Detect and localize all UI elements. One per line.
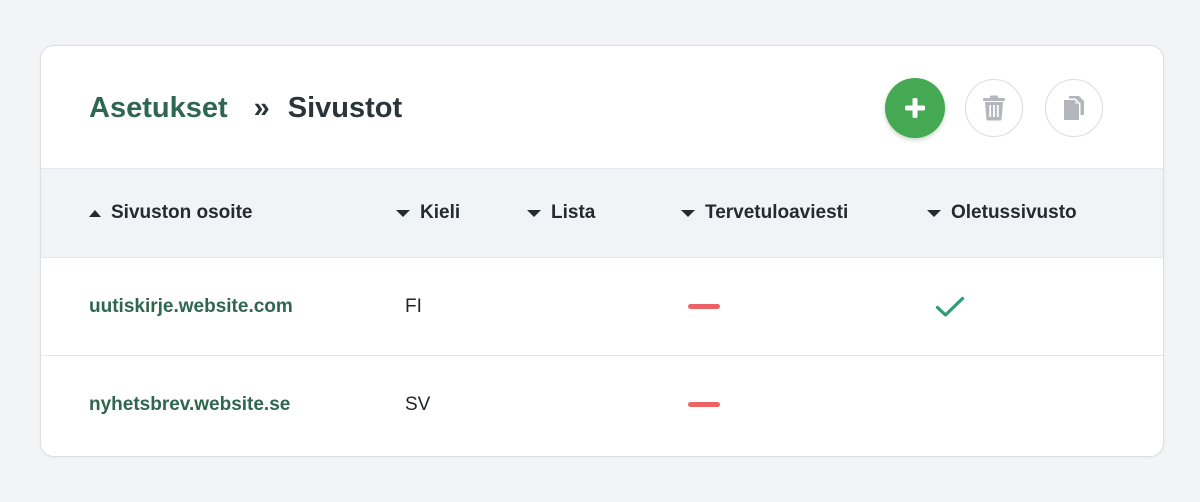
trash-icon: [983, 95, 1005, 121]
column-label: Kieli: [420, 202, 461, 223]
plus-icon: [905, 98, 925, 118]
table-row[interactable]: uutiskirje.website.com FI: [41, 258, 1163, 356]
dash-icon: [688, 304, 720, 309]
column-header-list[interactable]: Lista: [527, 169, 595, 257]
breadcrumb-settings-link[interactable]: Asetukset: [89, 92, 228, 125]
column-header-default-site[interactable]: Oletussivusto: [927, 169, 1077, 257]
sort-descending-icon: [396, 209, 410, 217]
column-label: Oletussivusto: [951, 202, 1077, 223]
sort-descending-icon: [927, 209, 941, 217]
page-title: Sivustot: [287, 92, 403, 124]
toolbar: [885, 78, 1125, 138]
column-header-language[interactable]: Kieli: [396, 169, 460, 257]
language-cell: FI: [405, 295, 422, 317]
welcome-message-cell: [688, 356, 720, 453]
sort-descending-icon: [527, 209, 541, 217]
copy-site-button[interactable]: [1045, 79, 1103, 137]
language-cell: SV: [405, 393, 431, 415]
delete-site-button[interactable]: [965, 79, 1023, 137]
column-label: Sivuston osoite: [111, 202, 253, 223]
table-row[interactable]: nyhetsbrev.website.se SV: [41, 356, 1163, 453]
dash-icon: [688, 402, 720, 407]
site-address-link[interactable]: uutiskirje.website.com: [89, 258, 293, 355]
check-icon: [935, 296, 965, 317]
default-site-cell: [935, 258, 965, 355]
column-label: Lista: [551, 202, 596, 223]
breadcrumb: Asetukset » Sivustot: [89, 92, 402, 125]
welcome-message-cell: [688, 258, 720, 355]
site-address-link[interactable]: nyhetsbrev.website.se: [89, 356, 290, 453]
column-header-welcome-message[interactable]: Tervetuloaviesti: [681, 169, 848, 257]
column-label: Tervetuloaviesti: [705, 202, 849, 223]
sites-card: Asetukset » Sivustot Sivuston osoite Kie…: [40, 45, 1164, 457]
breadcrumb-separator: »: [253, 92, 270, 124]
add-site-button[interactable]: [885, 78, 945, 138]
sort-ascending-icon: [89, 209, 101, 217]
copy-icon: [1064, 96, 1084, 120]
column-header-site-address[interactable]: Sivuston osoite: [89, 169, 252, 257]
card-header: Asetukset » Sivustot: [41, 46, 1163, 169]
table-header: Sivuston osoite Kieli Lista Tervetuloavi…: [41, 169, 1163, 258]
sort-descending-icon: [681, 209, 695, 217]
